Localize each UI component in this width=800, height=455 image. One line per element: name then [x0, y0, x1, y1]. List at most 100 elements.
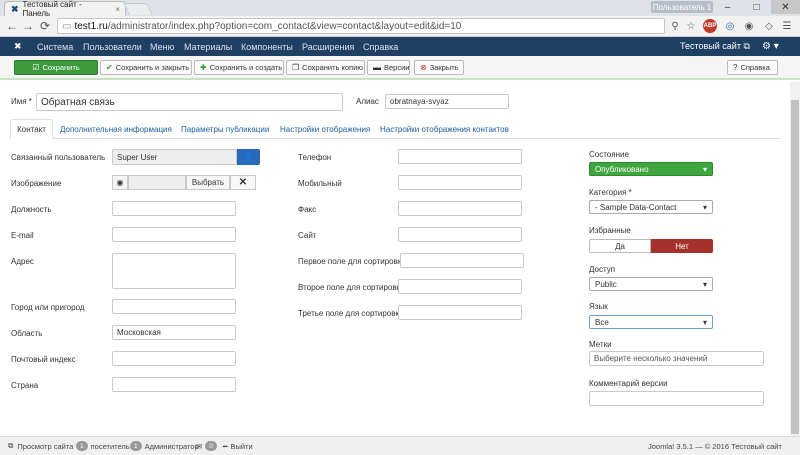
tab-contact[interactable]: Контакт — [10, 119, 53, 139]
browser-user-badge[interactable]: Пользователь 1 — [651, 1, 713, 13]
sort3-input[interactable] — [398, 305, 522, 320]
settings-gear-icon[interactable]: ⚙ ▾ — [762, 37, 779, 56]
position-input[interactable] — [112, 201, 236, 216]
zoom-icon[interactable]: ⚲ — [668, 19, 682, 33]
version-note-input[interactable] — [589, 391, 764, 406]
version-note-label: Комментарий версии — [589, 379, 668, 388]
fax-label: Факс — [298, 205, 317, 214]
mobile-input[interactable] — [398, 175, 522, 190]
menu-system[interactable]: Система — [37, 37, 73, 56]
joomla-logo-icon[interactable]: ✖ — [14, 37, 22, 56]
adblock-icon[interactable]: ABP — [703, 19, 717, 33]
versions-button[interactable]: ▬ Версии — [367, 60, 410, 75]
url-path: /administrator/index.php?option=com_cont… — [107, 20, 462, 32]
name-label: Имя * — [11, 97, 32, 106]
tab-contact-display[interactable]: Настройки отображения контактов — [380, 119, 509, 139]
city-input[interactable] — [112, 299, 236, 314]
tab-additional-info[interactable]: Дополнительная информация — [60, 119, 172, 139]
featured-no-button[interactable]: Нет — [651, 239, 713, 253]
browser-menu-icon[interactable]: ☰ — [780, 19, 794, 33]
website-input[interactable] — [398, 227, 522, 242]
select-user-button[interactable]: 👤 — [237, 149, 260, 165]
email-input[interactable] — [112, 227, 236, 242]
bookmark-star-icon[interactable]: ☆ — [684, 19, 698, 33]
site-title-link[interactable]: Тестовый сайт ⧉ — [680, 37, 750, 56]
menu-help[interactable]: Справка — [363, 37, 398, 56]
menu-menus[interactable]: Меню — [150, 37, 174, 56]
maximize-button[interactable]: □ — [742, 0, 771, 14]
envelope-icon: ✉ — [196, 441, 203, 451]
save-new-button[interactable]: ✚ Сохранить и создать — [194, 60, 284, 75]
minimize-button[interactable]: – — [713, 0, 742, 14]
view-site-link[interactable]: ⧉ Просмотр сайта — [8, 440, 73, 452]
menu-content[interactable]: Материалы — [184, 37, 232, 56]
menu-users[interactable]: Пользователи — [83, 37, 142, 56]
archive-icon: ▬ — [373, 63, 381, 72]
tab-display[interactable]: Настройки отображения — [280, 119, 370, 139]
menu-extensions[interactable]: Расширения — [302, 37, 354, 56]
address-bar[interactable]: ▭ test1.ru /administrator/index.php?opti… — [57, 18, 665, 34]
eye-icon[interactable]: ◉ — [112, 175, 128, 190]
website-label: Сайт — [298, 231, 317, 240]
help-button[interactable]: ? Справка — [727, 60, 778, 75]
scrollbar-thumb[interactable] — [791, 100, 799, 434]
region-input[interactable]: Московская — [112, 325, 236, 340]
zip-input[interactable] — [112, 351, 236, 366]
city-label: Город или пригород — [11, 303, 85, 312]
chevron-down-icon: ▾ — [702, 202, 707, 212]
chevron-down-icon: ▾ — [702, 164, 707, 174]
sort2-input[interactable] — [398, 279, 522, 294]
save-copy-button[interactable]: ❐ Сохранить копию — [286, 60, 365, 75]
extension-shield-icon[interactable]: ◉ — [742, 19, 756, 33]
reload-button[interactable]: ⟳ — [37, 18, 53, 34]
browser-tab[interactable]: ✖ Тестовый сайт - Панель × — [4, 0, 126, 18]
image-select-button[interactable]: Выбрать — [186, 175, 230, 190]
copy-icon: ❐ — [292, 63, 300, 72]
zip-label: Почтовый индекс — [11, 355, 76, 364]
tags-input[interactable]: Выберите несколько значений — [589, 351, 764, 366]
save-icon: ☑ — [32, 63, 40, 72]
menu-components[interactable]: Компоненты — [241, 37, 293, 56]
phone-input[interactable] — [398, 149, 522, 164]
featured-yes-button[interactable]: Да — [589, 239, 651, 253]
page-icon: ▭ — [62, 20, 72, 32]
country-input[interactable] — [112, 377, 236, 392]
category-select[interactable]: - Sample Data-Contact ▾ — [589, 200, 713, 214]
save-button[interactable]: ☑ Сохранить — [14, 60, 98, 75]
save-close-button[interactable]: ✔ Сохранить и закрыть — [100, 60, 192, 75]
image-clear-icon[interactable]: ✕ — [230, 175, 256, 190]
category-label: Категория * — [589, 188, 632, 197]
new-tab-button[interactable] — [123, 3, 153, 15]
access-select[interactable]: Public ▾ — [589, 277, 713, 291]
state-select[interactable]: Опубликовано ▾ — [589, 162, 713, 176]
url-domain: test1.ru — [74, 20, 108, 32]
address-textarea[interactable] — [112, 253, 236, 289]
check-icon: ✔ — [106, 63, 113, 72]
language-select[interactable]: Все ▾ — [589, 315, 713, 329]
sort3-label: Третье поле для сортировки — [298, 309, 404, 318]
sort1-input[interactable] — [400, 253, 524, 268]
sort1-label: Первое поле для сортировки — [298, 257, 406, 266]
image-label: Изображение — [11, 179, 62, 188]
plus-icon: ✚ — [200, 63, 207, 72]
image-path-field — [128, 175, 186, 190]
cancel-icon: ⊗ — [420, 63, 427, 72]
linked-user-field: Super User — [112, 149, 237, 165]
back-button[interactable]: ← — [4, 18, 20, 34]
window-close-button[interactable]: ✕ — [771, 0, 800, 14]
name-input[interactable]: Обратная связь — [36, 93, 343, 111]
tab-close-icon[interactable]: × — [115, 5, 120, 14]
close-button[interactable]: ⊗ Закрыть — [414, 60, 464, 75]
external-link-icon: ⧉ — [8, 441, 14, 450]
tab-publishing[interactable]: Параметры публикации — [181, 119, 269, 139]
featured-label: Избранные — [589, 226, 631, 235]
fax-input[interactable] — [398, 201, 522, 216]
joomla-favicon-icon: ✖ — [11, 3, 19, 14]
forward-button[interactable]: → — [20, 18, 36, 34]
extension-globe-icon[interactable]: ◎ — [723, 19, 737, 33]
extension-cube-icon[interactable]: ◇ — [762, 19, 776, 33]
alias-input[interactable]: obratnaya-svyaz — [385, 94, 509, 109]
messages-status[interactable]: ✉ 0 — [196, 440, 220, 452]
address-label: Адрес — [11, 257, 34, 266]
logout-link[interactable]: ━ Выйти — [223, 440, 253, 452]
